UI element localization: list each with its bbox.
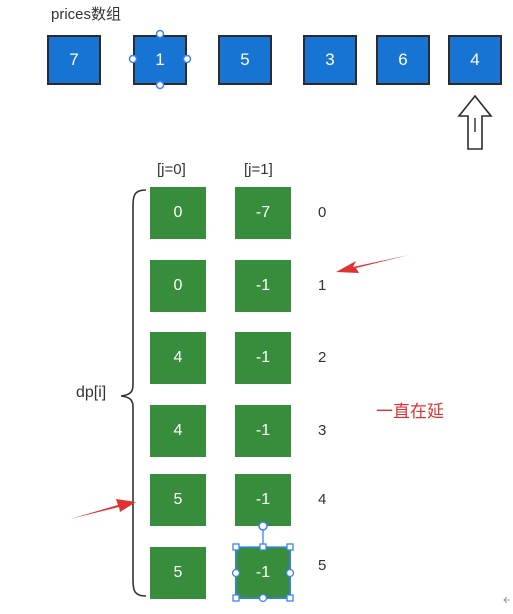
selection-box-dp-cell-5-j1[interactable] <box>231 521 295 603</box>
selection-handles-price-box-1[interactable] <box>128 29 192 90</box>
small-arrow-icon <box>503 596 510 604</box>
brace-icon <box>120 189 147 597</box>
red-arrow-icon-left <box>70 499 136 519</box>
overlay-drawing <box>70 29 510 604</box>
red-arrow-icon <box>336 255 409 273</box>
